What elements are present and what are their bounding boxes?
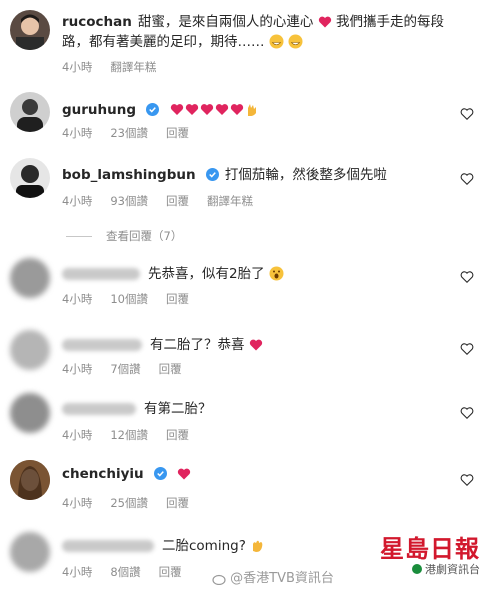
weibo-icon [212, 574, 226, 585]
heart-emoji-icon [318, 16, 331, 28]
like-heart-icon[interactable] [460, 172, 474, 186]
divider [66, 236, 92, 237]
reply-button[interactable]: 回覆 [166, 126, 189, 140]
blurred-username [62, 403, 136, 415]
like-heart-icon[interactable] [460, 342, 474, 356]
grin-emoji-icon [288, 34, 303, 49]
watermark: @香港TVB資訊台 [212, 567, 334, 586]
avatar[interactable] [10, 393, 50, 433]
reply-button[interactable]: 回覆 [159, 362, 182, 376]
comment-text: 先恭喜，似有2胎了 [62, 264, 284, 284]
likes-count[interactable]: 12個讚 [110, 428, 148, 442]
surprised-emoji-icon [269, 266, 284, 281]
comment-text: chenchiyiu [62, 464, 191, 484]
username[interactable]: rucochan [62, 14, 132, 30]
blurred-username [62, 339, 142, 351]
heart-emoji-icon [178, 468, 191, 480]
comment-meta: 4小時 8個讚 回覆 [62, 565, 182, 579]
like-heart-icon[interactable] [460, 107, 474, 121]
blurred-username [62, 268, 140, 280]
comment-text: 二胎coming? [62, 536, 265, 556]
like-heart-icon[interactable] [460, 473, 474, 487]
logo-title: 星島日報 [380, 534, 480, 563]
avatar[interactable] [10, 460, 50, 500]
avatar[interactable] [10, 92, 50, 132]
likes-count[interactable]: 23個讚 [110, 126, 148, 140]
blurred-username [62, 540, 154, 552]
comment-meta: 4小時 23個讚 回覆 [62, 126, 189, 140]
heart-emoji-icon [249, 339, 262, 351]
username[interactable]: bob_lamshingbun [62, 167, 196, 183]
comment-text: guruhung [62, 100, 260, 120]
wechat-icon [411, 564, 422, 574]
verified-badge-icon [146, 103, 160, 116]
comment-meta: 4小時 10個讚 回覆 [62, 292, 189, 306]
likes-count[interactable]: 93個讚 [110, 194, 148, 208]
avatar[interactable] [10, 532, 50, 572]
likes-count[interactable]: 10個讚 [110, 292, 148, 306]
reply-button[interactable]: 回覆 [166, 292, 189, 306]
reply-button[interactable]: 回覆 [166, 496, 189, 510]
username[interactable]: guruhung [62, 102, 136, 118]
clap-emoji-icon [253, 540, 263, 552]
avatar[interactable] [10, 158, 50, 198]
verified-badge-icon [205, 168, 219, 181]
logo-subtitle-row: 港劇資訊台 [370, 562, 480, 578]
comment-meta: 4小時 25個讚 回覆 [62, 496, 189, 510]
comment-text: bob_lamshingbun 打個茄輪，然後整多個先啦 [62, 167, 387, 183]
translate-link[interactable]: 翻譯年糕 [207, 194, 253, 208]
hearts-emoji-icon [170, 104, 256, 116]
reply-button[interactable]: 回覆 [166, 194, 189, 208]
avatar[interactable] [10, 258, 50, 298]
like-heart-icon[interactable] [460, 406, 474, 420]
like-heart-icon[interactable] [460, 270, 474, 284]
newspaper-logo: 星島日報 港劇資訊台 [370, 536, 480, 588]
comment-meta: 4小時 93個讚 回覆 翻譯年糕 [62, 194, 253, 208]
likes-count[interactable]: 7個讚 [110, 362, 140, 376]
comment-meta: 4小時 7個讚 回覆 [62, 362, 182, 376]
comment-meta: 4小時 翻譯年糕 [62, 60, 157, 74]
username[interactable]: chenchiyiu [62, 466, 144, 482]
translate-link[interactable]: 翻譯年糕 [110, 60, 156, 74]
comment-text: rucochan 甜蜜，是來自兩個人的心連心 我們攜手走的每段 路，都有著美麗的足… [62, 14, 444, 50]
verified-badge-icon [153, 467, 167, 480]
likes-count[interactable]: 25個讚 [110, 496, 148, 510]
grin-emoji-icon [269, 34, 284, 49]
likes-count[interactable]: 8個讚 [110, 565, 140, 579]
reply-button[interactable]: 回覆 [159, 565, 182, 579]
view-replies-button[interactable]: 查看回覆（7） [66, 228, 182, 244]
comment-text: 有二胎了？恭喜 [62, 335, 263, 355]
comment-meta: 4小時 12個讚 回覆 [62, 428, 189, 442]
avatar[interactable] [10, 330, 50, 370]
comment-text: 有第二胎？ [62, 399, 212, 419]
avatar[interactable] [10, 10, 50, 50]
reply-button[interactable]: 回覆 [166, 428, 189, 442]
